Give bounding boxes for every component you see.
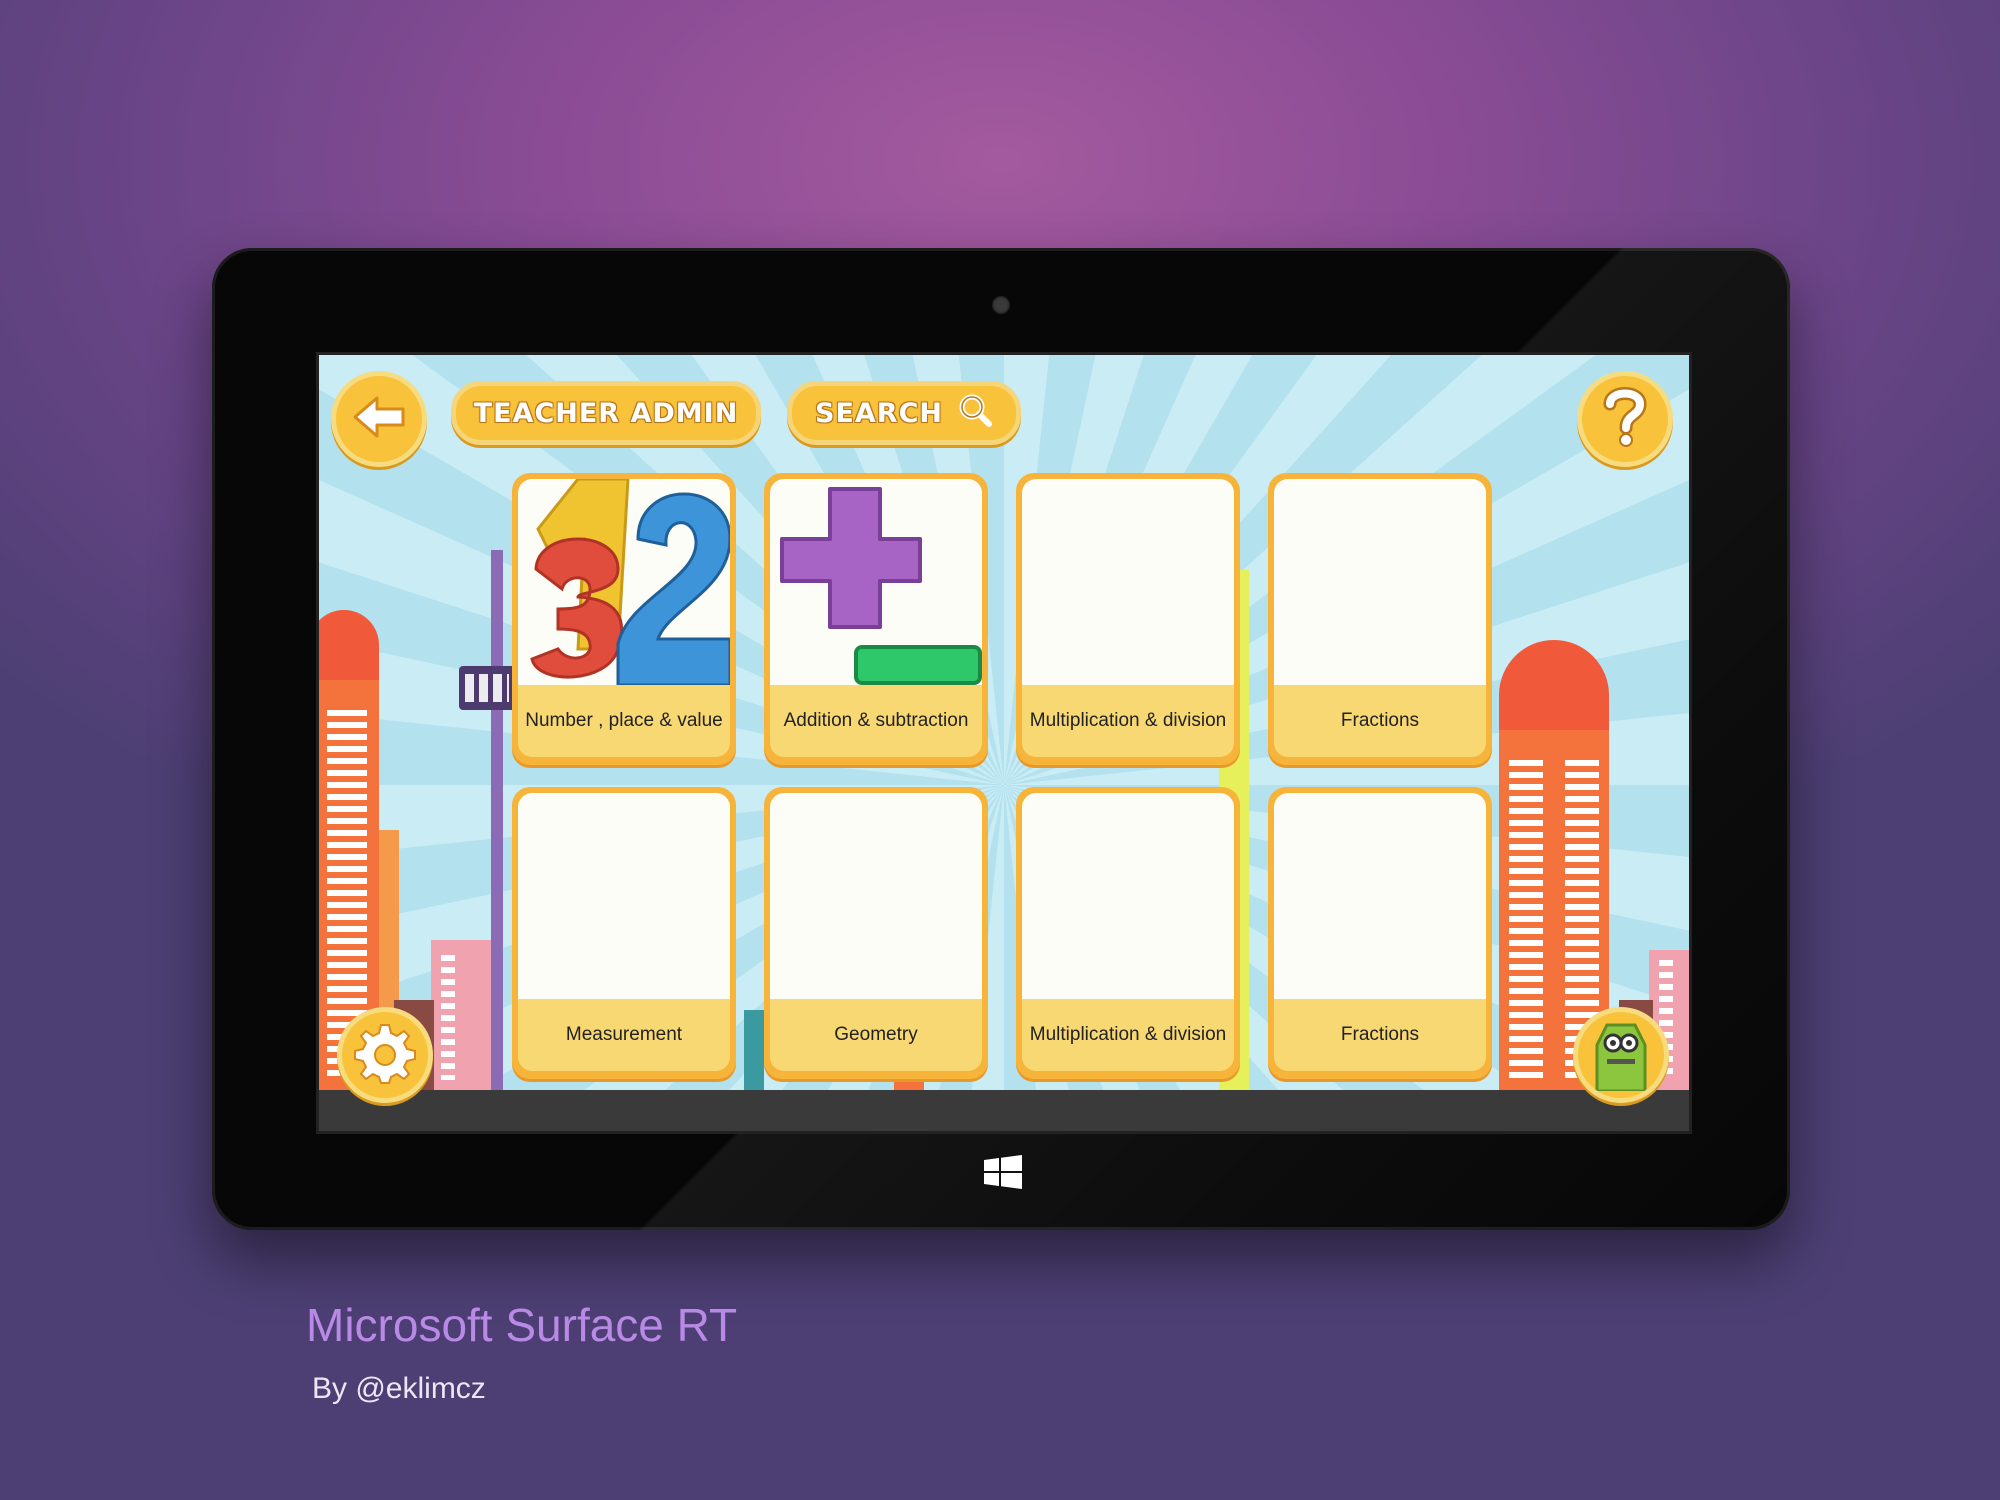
- plus-minus-illustration: [770, 479, 982, 685]
- topic-card-image: [518, 793, 730, 999]
- profile-button[interactable]: [1573, 1007, 1669, 1103]
- device-caption-byline: By @eklimcz: [312, 1372, 486, 1405]
- tv-tower: [491, 550, 503, 1090]
- teacher-admin-label: TEACHER ADMIN: [473, 397, 739, 429]
- numbers-321-illustration: [518, 479, 730, 685]
- help-button[interactable]: [1577, 371, 1673, 467]
- topic-card-image: [1274, 479, 1486, 685]
- topic-card-addition-subtraction[interactable]: Addition & subtraction: [764, 473, 988, 765]
- settings-button[interactable]: [337, 1007, 433, 1103]
- windows-logo-icon[interactable]: [984, 1155, 1022, 1193]
- question-mark-icon: [1600, 386, 1650, 452]
- topic-card-image: [770, 793, 982, 999]
- topic-card-fractions[interactable]: Fractions: [1268, 473, 1492, 765]
- teacher-admin-button[interactable]: TEACHER ADMIN: [451, 381, 761, 445]
- topic-card-number-place-value[interactable]: Number , place & value: [512, 473, 736, 765]
- tv-tower-pod: [459, 666, 519, 710]
- back-button[interactable]: [331, 371, 427, 467]
- search-button[interactable]: SEARCH: [787, 381, 1021, 445]
- topic-card-multiplication-division[interactable]: Multiplication & division: [1016, 473, 1240, 765]
- camera: [992, 296, 1010, 314]
- gear-icon: [354, 1022, 416, 1088]
- topic-card-measurement[interactable]: Measurement: [512, 787, 736, 1079]
- device-caption-title: Microsoft Surface RT: [306, 1299, 738, 1351]
- topic-card-label: Fractions: [1274, 999, 1486, 1071]
- topic-grid: Number , place & value Addition & subtra…: [512, 473, 1492, 1085]
- topic-card-fractions-2[interactable]: Fractions: [1268, 787, 1492, 1079]
- topic-card-label: Addition & subtraction: [770, 685, 982, 757]
- search-label: SEARCH: [815, 397, 943, 429]
- topic-card-label: Number , place & value: [518, 685, 730, 757]
- ground-bar: [319, 1090, 1689, 1131]
- topic-card-image: [1022, 793, 1234, 999]
- topic-card-label: Fractions: [1274, 685, 1486, 757]
- building-pink-left: [431, 940, 491, 1090]
- topic-card-label: Measurement: [518, 999, 730, 1071]
- topic-card-image: [1022, 479, 1234, 685]
- topic-card-label: Multiplication & division: [1022, 999, 1234, 1071]
- topic-card-label: Geometry: [770, 999, 982, 1071]
- back-arrow-icon: [351, 394, 407, 444]
- app-screen: TEACHER ADMIN SEARCH Number , place & va…: [316, 352, 1692, 1134]
- magnifier-icon: [957, 392, 993, 435]
- robot-avatar-icon: [1583, 1015, 1659, 1095]
- topic-card-label: Multiplication & division: [1022, 685, 1234, 757]
- topic-card-image: [1274, 793, 1486, 999]
- topic-card-multiplication-division-2[interactable]: Multiplication & division: [1016, 787, 1240, 1079]
- topic-card-geometry[interactable]: Geometry: [764, 787, 988, 1079]
- tablet-device: TEACHER ADMIN SEARCH Number , place & va…: [212, 248, 1790, 1230]
